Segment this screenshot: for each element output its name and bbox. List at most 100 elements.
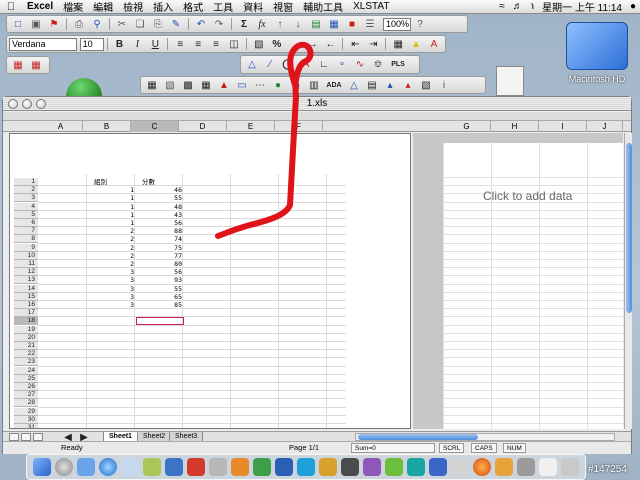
font-select[interactable]: Verdana	[9, 37, 77, 51]
row-header-27[interactable]: 27	[14, 391, 38, 400]
row-header-19[interactable]: 19	[14, 325, 38, 334]
firefox-dock-icon[interactable]	[473, 458, 491, 476]
cell-c11[interactable]: 80	[142, 260, 182, 268]
spotlight-icon[interactable]: ●	[626, 1, 640, 12]
powerpoint-dock-icon[interactable]	[319, 458, 337, 476]
pdf-icon[interactable]: ▦	[10, 58, 26, 72]
xlstat-param-icon[interactable]: ▴	[382, 78, 398, 92]
align-center-icon[interactable]: ≡	[190, 37, 206, 51]
cell-c8[interactable]: 74	[142, 235, 182, 243]
menu-data[interactable]: 資料	[238, 0, 268, 14]
row-header-3[interactable]: 3	[14, 194, 38, 203]
cell-b3[interactable]: 1	[94, 194, 134, 202]
cell-c2[interactable]: 46	[142, 186, 182, 194]
row-header-29[interactable]: 29	[14, 407, 38, 416]
xlstat-mca-icon[interactable]: ▥	[306, 78, 322, 92]
row-header-31[interactable]: 31	[14, 424, 38, 428]
row-header-13[interactable]: 13	[14, 276, 38, 285]
clock[interactable]: 星期一 上午 11:14	[538, 0, 626, 14]
empty-page[interactable]: Click to add data	[443, 143, 623, 429]
cell-b10[interactable]: 2	[94, 252, 134, 260]
cell-b2[interactable]: 1	[94, 186, 134, 194]
menu-tools[interactable]: 工具	[208, 0, 238, 14]
xlstat-ada-button[interactable]: ADA	[324, 78, 344, 92]
row-header-1[interactable]: 1	[14, 178, 38, 186]
xlstat-table-icon[interactable]: ▦	[144, 78, 160, 92]
menu-app[interactable]: Excel	[22, 1, 58, 12]
column-header-b[interactable]: B	[83, 121, 131, 132]
cell-c9[interactable]: 75	[142, 244, 182, 252]
vertical-scroll-thumb[interactable]	[626, 143, 632, 313]
xlstat-prepare-icon[interactable]: ▧	[162, 78, 178, 92]
currency-icon[interactable]: ▧	[251, 37, 267, 51]
ichat-dock-icon[interactable]	[143, 458, 161, 476]
xlstat-regression-icon[interactable]: ∕	[262, 58, 278, 72]
row-header-18[interactable]: 18	[14, 317, 38, 326]
new-document-icon[interactable]: □	[10, 17, 26, 31]
horizontal-scroll-thumb[interactable]	[358, 434, 478, 440]
entourage-dock-icon[interactable]	[363, 458, 381, 476]
cell-b14[interactable]: 3	[94, 285, 134, 293]
fill-color-icon[interactable]: ▲	[408, 37, 424, 51]
cell-c6[interactable]: 56	[142, 219, 182, 227]
undo-icon[interactable]: ↶	[193, 17, 209, 31]
menu-insert[interactable]: 插入	[148, 0, 178, 14]
row-header-9[interactable]: 9	[14, 243, 38, 252]
xlstat-ca-icon[interactable]: ◆	[288, 78, 304, 92]
column-header-f[interactable]: F	[275, 121, 323, 132]
xlstat-histogram-icon[interactable]: △	[244, 58, 260, 72]
row-header-23[interactable]: 23	[14, 358, 38, 367]
decrease-decimal-icon[interactable]: ←	[323, 37, 339, 51]
cell-c1[interactable]: 分數	[142, 178, 155, 186]
decrease-indent-icon[interactable]: ⇤	[347, 37, 363, 51]
sort-descending-icon[interactable]: ↓	[290, 17, 306, 31]
xlstat-pca-icon[interactable]: ●	[270, 78, 286, 92]
format-painter-icon[interactable]: ✎	[168, 17, 184, 31]
cell-c7[interactable]: 88	[142, 227, 182, 235]
mail-dock-icon[interactable]	[77, 458, 95, 476]
xlstat-pls-button[interactable]: PLS	[388, 58, 408, 72]
xlstat-curve-icon[interactable]: ∿	[352, 58, 368, 72]
function-button[interactable]: fx	[254, 17, 270, 31]
word-dock-icon[interactable]	[275, 458, 293, 476]
app-gray-dock-icon[interactable]	[517, 458, 535, 476]
row-header-10[interactable]: 10	[14, 251, 38, 260]
column-header-d[interactable]: D	[179, 121, 227, 132]
cell-b12[interactable]: 3	[94, 268, 134, 276]
cell-c5[interactable]: 43	[142, 211, 182, 219]
row-header-4[interactable]: 4	[14, 202, 38, 211]
cell-b11[interactable]: 2	[94, 260, 134, 268]
xlstat-box-icon[interactable]: ▭	[234, 78, 250, 92]
comma-style-icon[interactable]: ,	[287, 37, 303, 51]
row-header-30[interactable]: 30	[14, 415, 38, 424]
cell-b4[interactable]: 1	[94, 203, 134, 211]
increase-decimal-icon[interactable]: →	[305, 37, 321, 51]
menu-file[interactable]: 檔案	[58, 0, 88, 14]
copy-icon[interactable]: ❏	[132, 17, 148, 31]
underline-button[interactable]: U	[147, 37, 163, 51]
row-header-5[interactable]: 5	[14, 210, 38, 219]
finder-dock-icon[interactable]	[33, 458, 51, 476]
cell-b13[interactable]: 3	[94, 276, 134, 284]
row-header-17[interactable]: 17	[14, 309, 38, 318]
xlstat-scatter-icon[interactable]: ∘	[334, 58, 350, 72]
font-size-select[interactable]: 10	[79, 37, 104, 51]
xlstat-grid-icon[interactable]: ▦	[198, 78, 214, 92]
xlstat-a-icon[interactable]: A	[298, 58, 314, 72]
column-header-i[interactable]: I	[539, 121, 587, 132]
safari-dock-icon[interactable]	[99, 458, 117, 476]
horizontal-scrollbar[interactable]	[355, 433, 615, 441]
chart-wizard-icon[interactable]: ▤	[308, 17, 324, 31]
apple-menu-icon[interactable]: 	[0, 1, 22, 13]
row-header-26[interactable]: 26	[14, 383, 38, 391]
cell-c13[interactable]: 93	[142, 276, 182, 284]
italic-button[interactable]: I	[129, 37, 145, 51]
excel-dock-icon[interactable]	[253, 458, 271, 476]
selected-cell-c18[interactable]	[136, 317, 184, 326]
vlc-dock-icon[interactable]	[231, 458, 249, 476]
cell-b1[interactable]: 組別	[94, 178, 107, 186]
row-header-15[interactable]: 15	[14, 292, 38, 301]
click-to-add-data[interactable]: Click to add data	[483, 189, 572, 203]
xlstat-anova-icon[interactable]: ◯	[280, 58, 296, 72]
bluetooth-icon[interactable]: ℩	[527, 1, 538, 12]
